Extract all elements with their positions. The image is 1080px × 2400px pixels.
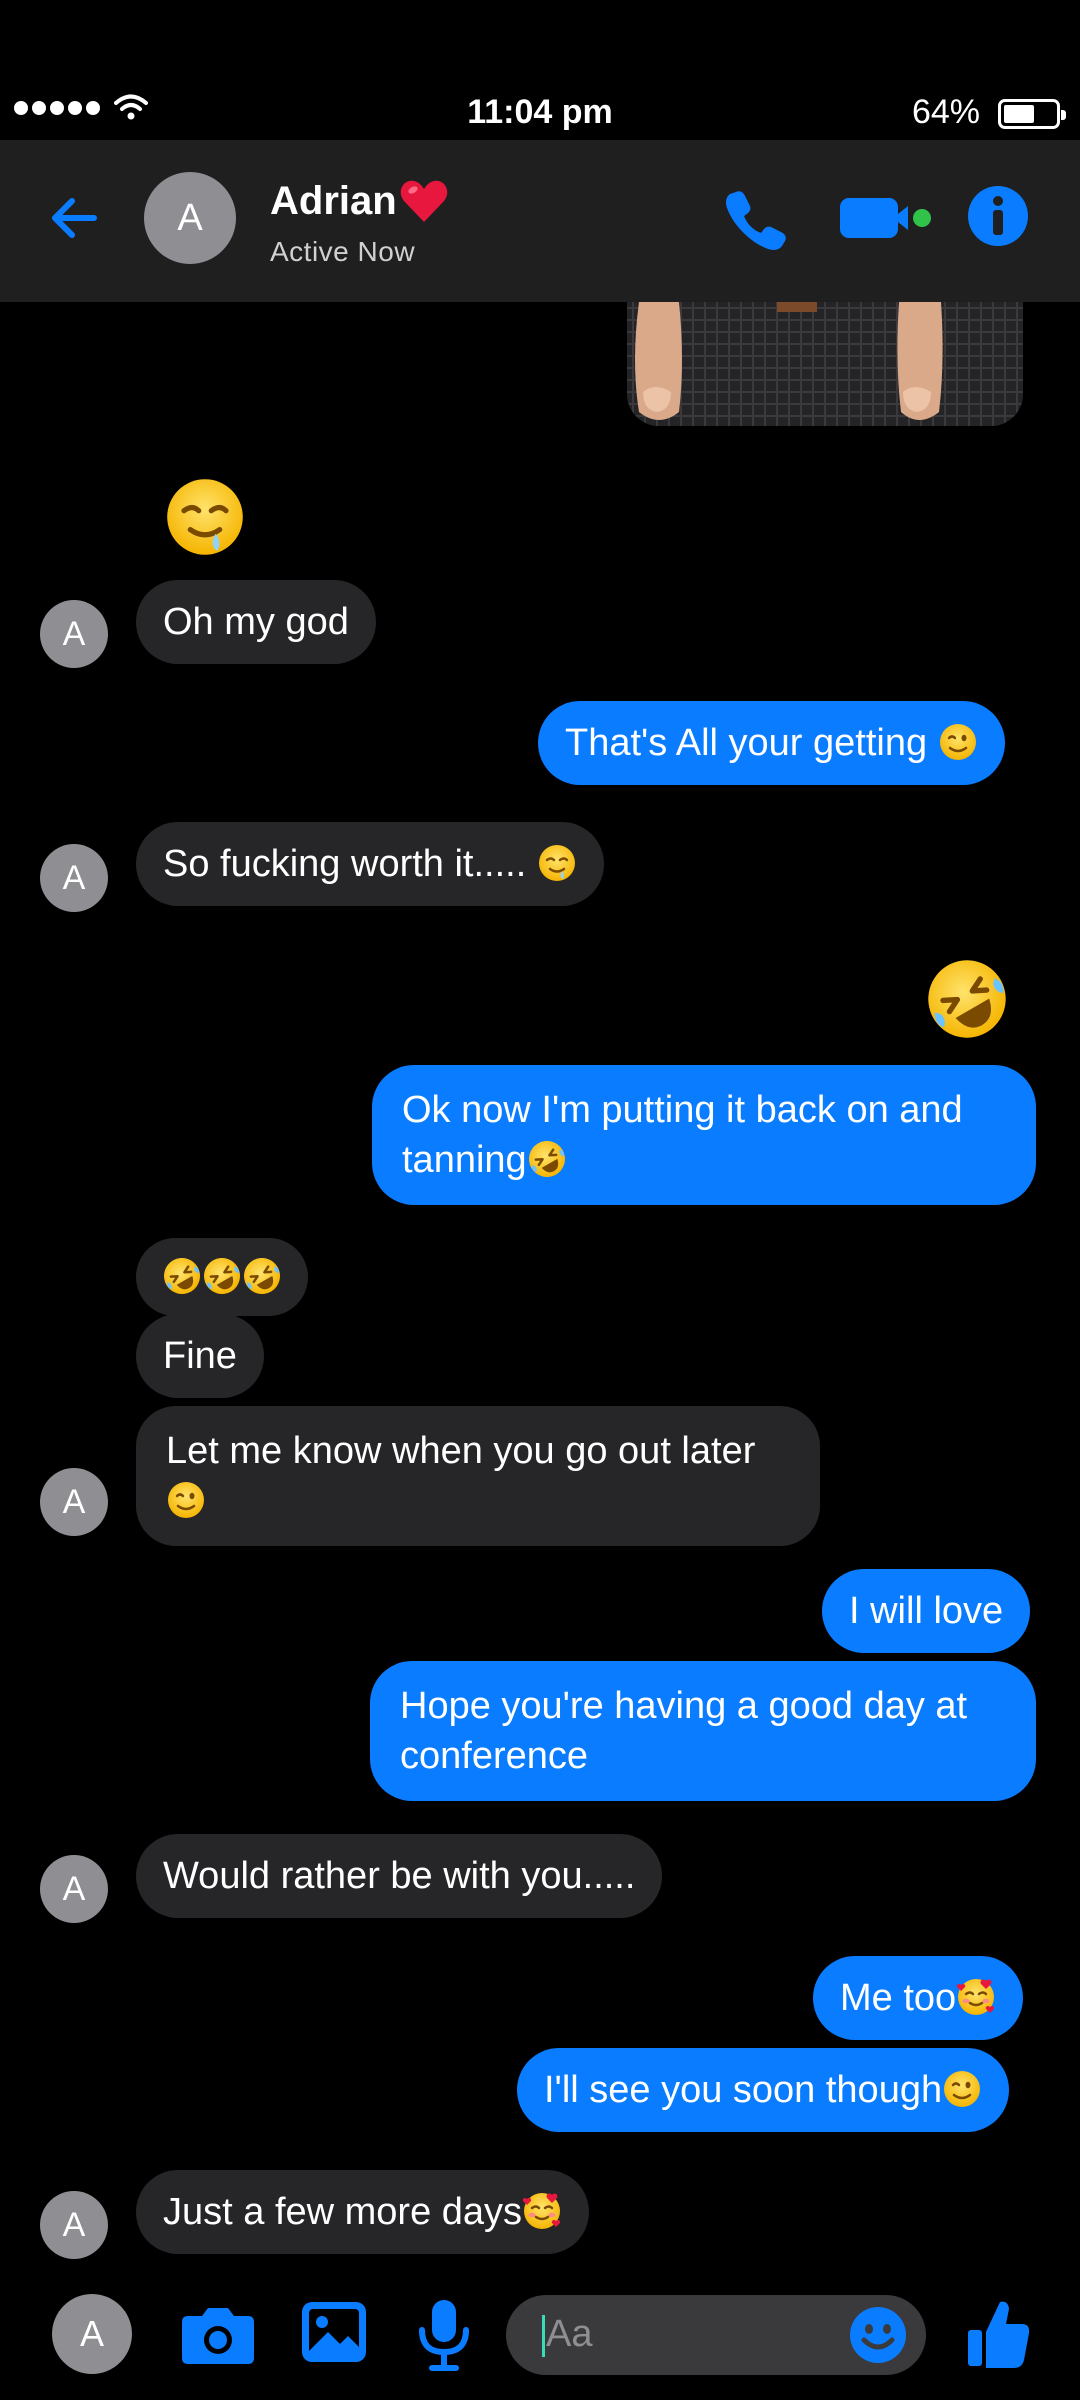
emoji-icon[interactable]: [848, 2305, 908, 2365]
gallery-icon[interactable]: [296, 2296, 372, 2368]
user-avatar[interactable]: A: [52, 2294, 132, 2374]
message-bubble-outgoing[interactable]: That's All your getting: [538, 701, 1005, 785]
message-text: Hope you're having a good day at confere…: [400, 1685, 968, 1777]
message-bubble-outgoing[interactable]: Ok now I'm putting it back on and tannin…: [372, 1065, 1036, 1205]
sender-avatar[interactable]: A: [40, 2191, 108, 2259]
message-text: Me too: [840, 1977, 957, 2019]
message-text: That's All your getting: [565, 722, 928, 764]
message-input-placeholder: Aa: [546, 2313, 593, 2355]
message-bubble-outgoing[interactable]: Hope you're having a good day at confere…: [370, 1661, 1036, 1801]
video-call-icon[interactable]: [836, 192, 932, 244]
message-bubble-incoming[interactable]: Oh my god: [136, 580, 376, 664]
sender-avatar[interactable]: A: [40, 600, 108, 668]
microphone-icon[interactable]: [410, 2296, 478, 2372]
active-dot-icon: [913, 209, 931, 227]
message-text: Oh my god: [163, 601, 349, 643]
sender-avatar[interactable]: A: [40, 1468, 108, 1536]
rofl-face-emoji: [162, 1256, 202, 1296]
contact-name[interactable]: Adrian: [270, 178, 449, 224]
message-text: I will love: [849, 1590, 1004, 1632]
drooling-face-emoji: [163, 475, 247, 559]
phone-icon[interactable]: [722, 186, 786, 250]
thumbs-up-icon[interactable]: [966, 2296, 1030, 2372]
message-text: Fine: [163, 1335, 237, 1377]
message-text: Ok now I'm putting it back on and tannin…: [402, 1089, 963, 1181]
active-status: Active Now: [270, 236, 416, 267]
battery-percent: 64%: [911, 93, 980, 131]
message-bubble-incoming[interactable]: Fine: [136, 1314, 264, 1398]
rofl-face-emoji: [527, 1139, 567, 1179]
winking-face-emoji: [166, 1480, 206, 1520]
message-text: So fucking worth it.....: [163, 843, 527, 885]
rofl-face-emoji: [242, 1256, 282, 1296]
smiling-face-with-hearts-emoji: [956, 1977, 996, 2017]
sender-avatar[interactable]: A: [40, 1855, 108, 1923]
message-text: Let me know when you go out later: [166, 1430, 756, 1472]
status-bar: 11:04 pm 64%: [0, 87, 1080, 139]
back-arrow-icon[interactable]: [42, 186, 106, 250]
message-composer: A Aa: [0, 2270, 1080, 2400]
conversation-header: A Adrian Active Now: [0, 140, 1080, 302]
emoji-bubble-incoming[interactable]: [136, 1238, 308, 1316]
winking-face-emoji: [942, 2069, 982, 2109]
contact-avatar[interactable]: A: [144, 172, 236, 264]
message-bubble-incoming[interactable]: Would rather be with you.....: [136, 1834, 663, 1918]
winking-face-emoji: [938, 722, 978, 762]
message-text: Would rather be with you.....: [163, 1855, 636, 1897]
message-bubble-incoming[interactable]: So fucking worth it.....: [136, 822, 604, 906]
red-heart-icon: [400, 180, 447, 222]
message-bubble-outgoing[interactable]: I will love: [822, 1569, 1031, 1653]
sender-avatar[interactable]: A: [40, 844, 108, 912]
message-bubble-outgoing[interactable]: I'll see you soon though: [517, 2048, 1010, 2132]
message-text: Just a few more days: [163, 2191, 523, 2233]
info-icon[interactable]: [966, 184, 1030, 248]
message-bubble-incoming[interactable]: Just a few more days: [136, 2170, 590, 2254]
rofl-face-emoji: [202, 1256, 242, 1296]
message-bubble-incoming[interactable]: Let me know when you go out later: [136, 1406, 820, 1546]
battery-icon: [998, 99, 1066, 129]
camera-icon[interactable]: [180, 2298, 256, 2370]
message-text: I'll see you soon though: [544, 2069, 943, 2111]
message-bubble-outgoing[interactable]: Me too: [813, 1956, 1024, 2040]
smiling-face-with-hearts-emoji: [522, 2191, 562, 2231]
text-caret: [542, 2315, 545, 2357]
rofl-face-emoji: [924, 956, 1010, 1042]
contact-name-text: Adrian: [270, 178, 397, 223]
message-input[interactable]: Aa: [506, 2295, 926, 2375]
drooling-face-emoji: [537, 843, 577, 883]
shared-photo[interactable]: [627, 302, 1023, 426]
